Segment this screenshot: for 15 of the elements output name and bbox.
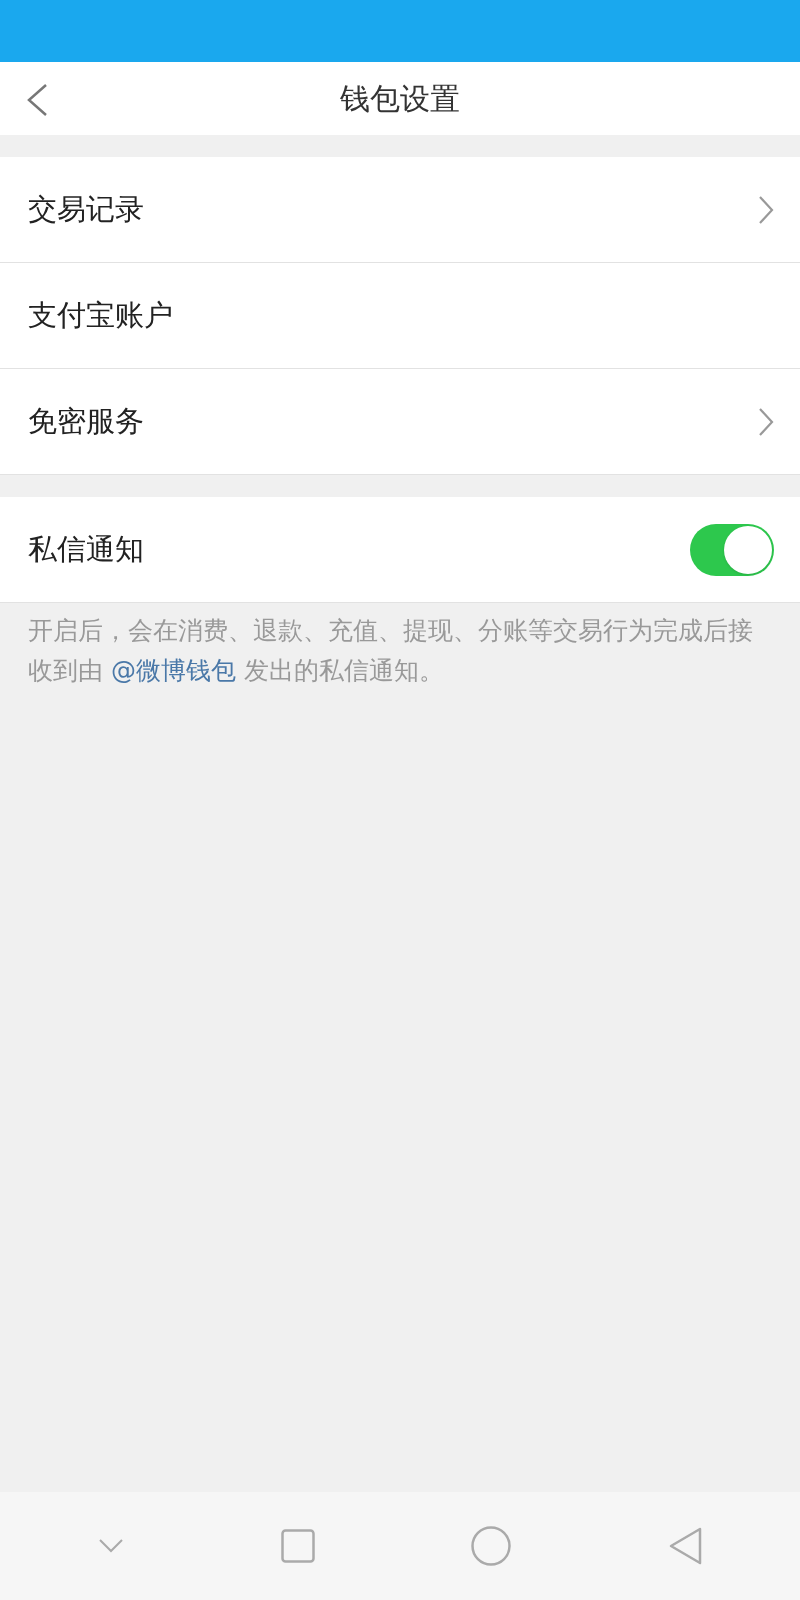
account-link[interactable]: @微博钱包 (110, 656, 236, 685)
back-icon (26, 83, 48, 117)
chevron-right-icon (758, 194, 774, 225)
notification-description: 开启后，会在消费、退款、充值、提现、分账等交易行为完成后接收到由 @微博钱包 发出的私信通知。 (27, 615, 754, 687)
triangle-back-icon[interactable] (667, 1527, 702, 1565)
page-title: 钱包设置 (340, 80, 460, 118)
row-label: 交易记录 (28, 190, 145, 228)
chevron-down-icon[interactable] (98, 1538, 125, 1554)
row-label: 支付宝账户 (28, 296, 174, 334)
circle-icon[interactable] (471, 1526, 512, 1566)
chevron-right-icon (758, 406, 774, 437)
square-icon[interactable] (280, 1529, 315, 1563)
row-label: 私信通知 (28, 530, 145, 568)
toggle-switch[interactable] (690, 523, 774, 576)
row-label: 免密服务 (28, 402, 145, 440)
